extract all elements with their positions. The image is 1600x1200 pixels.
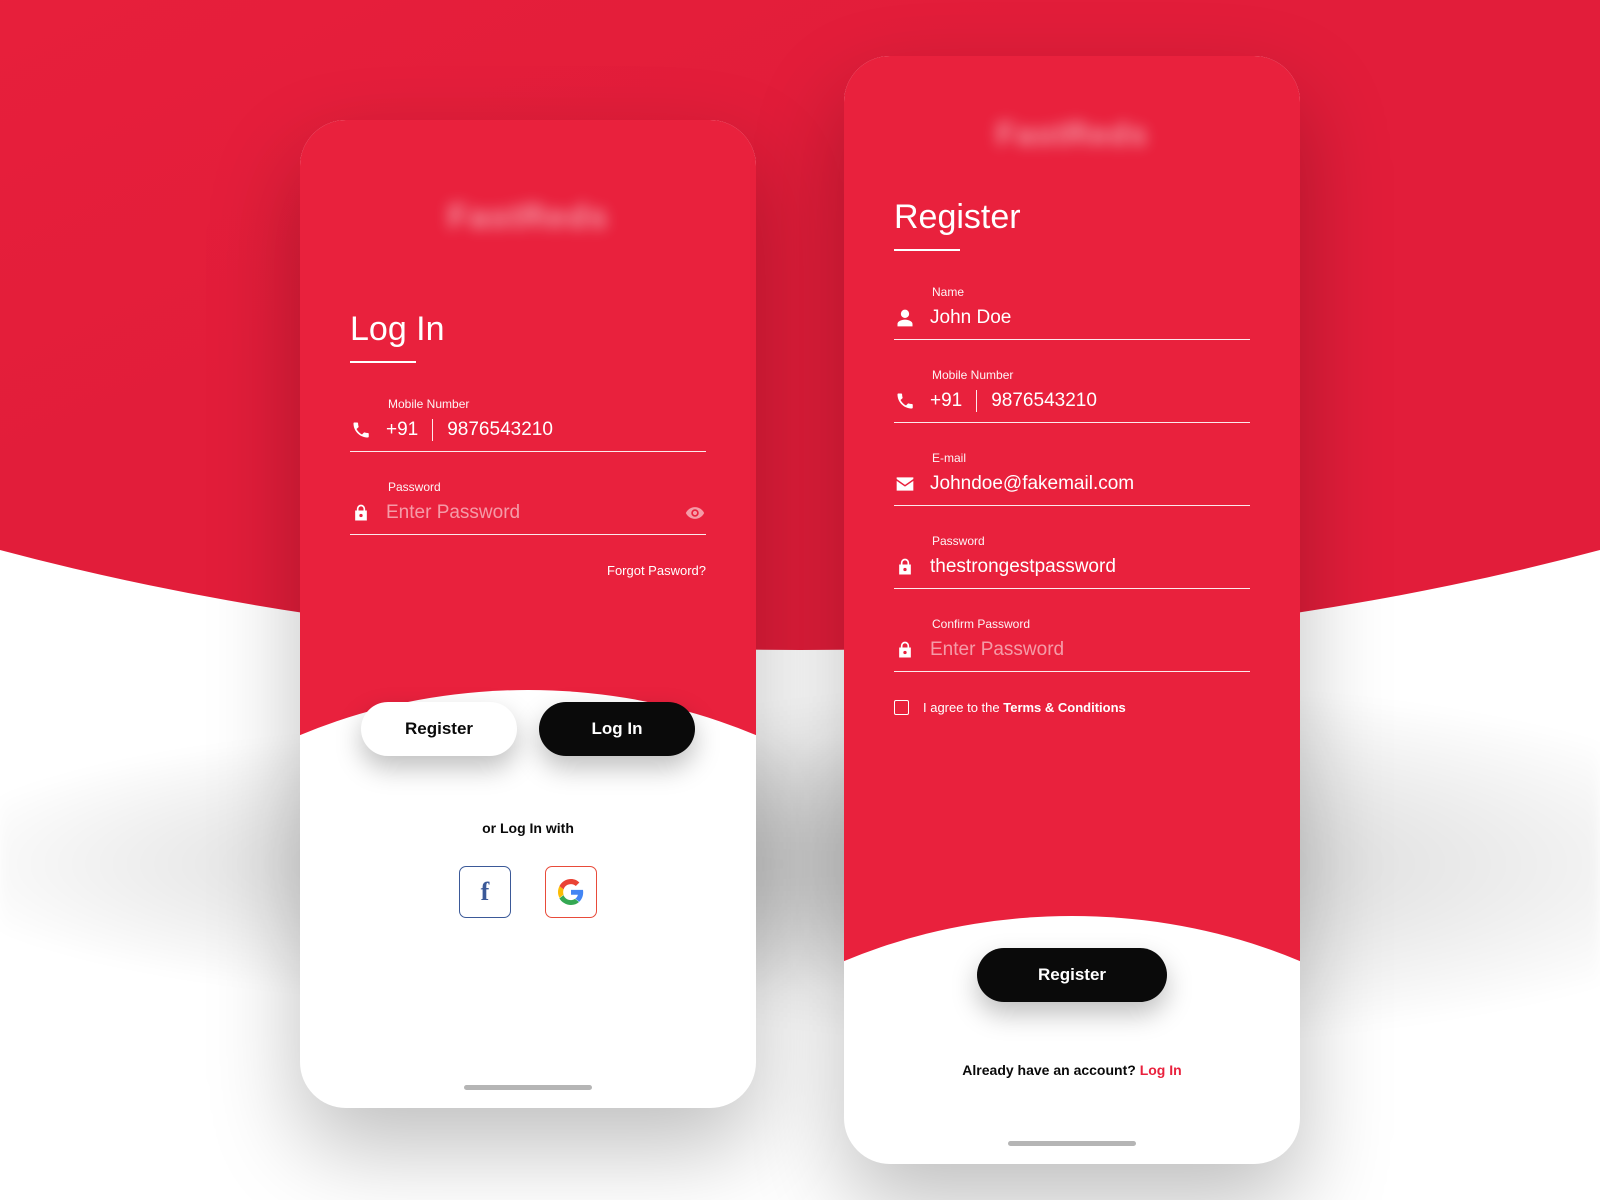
name-label: Name bbox=[932, 285, 1250, 299]
lock-icon bbox=[894, 556, 916, 578]
password-input[interactable] bbox=[386, 502, 670, 524]
register-submit-button[interactable]: Register bbox=[977, 948, 1167, 1002]
home-indicator bbox=[464, 1085, 592, 1090]
mobile-field: Mobile Number +91 bbox=[350, 397, 706, 452]
login-screen: FastReds Log In Mobile Number +91 Passwo… bbox=[300, 120, 756, 1108]
register-button-row: Register bbox=[977, 948, 1167, 1002]
login-button-row: Register Log In bbox=[300, 702, 756, 756]
mobile-input[interactable] bbox=[447, 419, 706, 441]
confirm-password-field: Confirm Password bbox=[894, 617, 1250, 672]
password-label: Password bbox=[388, 480, 706, 494]
mobile-label: Mobile Number bbox=[932, 368, 1250, 382]
login-link[interactable]: Log In bbox=[1140, 1062, 1182, 1078]
phone-icon bbox=[350, 419, 372, 441]
terms-text: I agree to the Terms & Conditions bbox=[923, 700, 1126, 715]
terms-checkbox[interactable] bbox=[894, 700, 909, 715]
register-submit-label: Register bbox=[1038, 965, 1106, 985]
register-form: Register Name Mobile Number +91 E-mai bbox=[894, 198, 1250, 715]
password-field: Password bbox=[350, 480, 706, 535]
already-prefix: Already have an account? bbox=[962, 1062, 1139, 1078]
email-input[interactable] bbox=[930, 473, 1250, 495]
facebook-login-button[interactable]: f bbox=[459, 866, 511, 918]
or-login-with-text: or Log In with bbox=[300, 820, 756, 836]
forgot-password-link[interactable]: Forgot Pasword? bbox=[350, 563, 706, 578]
email-field: E-mail bbox=[894, 451, 1250, 506]
password-input[interactable] bbox=[930, 556, 1250, 578]
background-shadow bbox=[0, 600, 1600, 1080]
title-underline bbox=[350, 361, 416, 363]
register-title: Register bbox=[894, 198, 1250, 237]
confirm-password-label: Confirm Password bbox=[932, 617, 1250, 631]
password-label: Password bbox=[932, 534, 1250, 548]
mobile-field: Mobile Number +91 bbox=[894, 368, 1250, 423]
mobile-prefix[interactable]: +91 bbox=[930, 390, 977, 412]
terms-row: I agree to the Terms & Conditions bbox=[894, 700, 1250, 715]
google-login-button[interactable] bbox=[545, 866, 597, 918]
facebook-icon: f bbox=[481, 877, 490, 907]
login-button[interactable]: Log In bbox=[539, 702, 695, 756]
name-field: Name bbox=[894, 285, 1250, 340]
home-indicator bbox=[1008, 1141, 1136, 1146]
background-red-arc bbox=[0, 0, 1600, 650]
register-screen: FastReds Register Name Mobile Number +91 bbox=[844, 56, 1300, 1164]
password-field: Password bbox=[894, 534, 1250, 589]
title-underline bbox=[894, 249, 960, 251]
lock-icon bbox=[894, 639, 916, 661]
register-button[interactable]: Register bbox=[361, 702, 517, 756]
phone-icon bbox=[894, 390, 916, 412]
terms-link[interactable]: Terms & Conditions bbox=[1003, 700, 1126, 715]
login-button-label: Log In bbox=[592, 719, 643, 739]
mobile-label: Mobile Number bbox=[388, 397, 706, 411]
login-title: Log In bbox=[350, 310, 706, 349]
email-label: E-mail bbox=[932, 451, 1250, 465]
lock-icon bbox=[350, 502, 372, 524]
eye-icon[interactable] bbox=[684, 502, 706, 524]
name-input[interactable] bbox=[930, 307, 1250, 329]
register-button-label: Register bbox=[405, 719, 473, 739]
login-form: Log In Mobile Number +91 Password bbox=[350, 310, 706, 578]
already-have-account: Already have an account? Log In bbox=[844, 1062, 1300, 1078]
social-login-row: f bbox=[300, 866, 756, 918]
mobile-prefix[interactable]: +91 bbox=[386, 419, 433, 441]
mail-icon bbox=[894, 473, 916, 495]
terms-prefix: I agree to the bbox=[923, 700, 1003, 715]
confirm-password-input[interactable] bbox=[930, 639, 1250, 661]
google-icon bbox=[558, 879, 584, 905]
app-logo-blurred: FastReds bbox=[996, 116, 1148, 153]
mobile-input[interactable] bbox=[991, 390, 1250, 412]
app-logo-blurred: FastReds bbox=[447, 198, 608, 237]
person-icon bbox=[894, 307, 916, 329]
